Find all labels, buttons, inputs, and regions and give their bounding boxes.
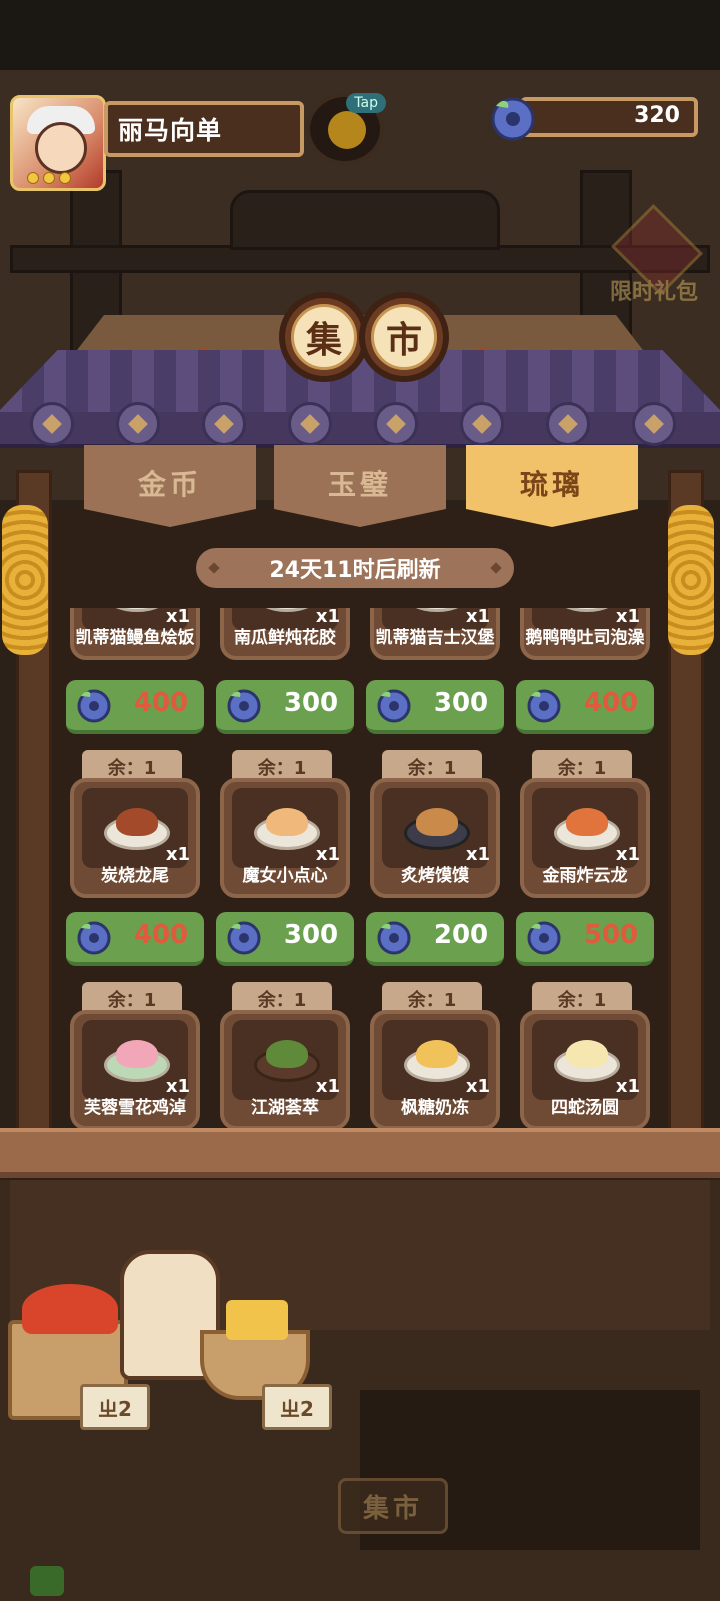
limited-gift-label: 限时礼包 (610, 280, 699, 305)
tap-button[interactable]: Tap (306, 93, 386, 165)
food-icon (266, 1040, 308, 1068)
coin-icon (27, 172, 39, 184)
item-name: 枫糖奶冻 (401, 1098, 469, 1118)
game-screen: 丽马向单 Tap 320 限时礼包 集 市 金币 玉璧 琉璃 24天11时后刷新… (0, 0, 720, 1601)
roof-stud (632, 402, 676, 446)
item-name: 凯蒂猫吉士汉堡 (375, 628, 495, 648)
price-value: 200 (433, 920, 489, 950)
market-title-char: 市 (359, 292, 449, 382)
shop-item[interactable]: x1 南瓜鲜炖花胶 (220, 608, 350, 660)
roof-stud (116, 402, 160, 446)
roof-stud (546, 402, 590, 446)
coin-icon (43, 172, 55, 184)
price-button[interactable]: 300 (366, 680, 504, 734)
glaze-gem-icon (377, 689, 411, 723)
roof-stud (288, 402, 332, 446)
item-name: 魔女小点心 (242, 866, 328, 886)
item-name: 炭烧龙尾 (101, 866, 169, 886)
price-button[interactable]: 400 (516, 680, 654, 734)
food-icon (116, 1040, 158, 1068)
price-button[interactable]: 400 (66, 680, 204, 734)
item-name: 南瓜鲜炖花胶 (234, 628, 336, 648)
item-name: 江湖荟萃 (251, 1098, 319, 1118)
player-name-box: 丽马向单 (104, 101, 304, 157)
roof-stud (374, 402, 418, 446)
roof-stud (460, 402, 504, 446)
item-name: 四蛇汤圆 (551, 1098, 619, 1118)
shop-item[interactable]: x1 金雨炸云龙 (520, 778, 650, 898)
green-indicator (30, 1566, 64, 1596)
price-value: 400 (133, 688, 189, 718)
price-value: 400 (583, 688, 639, 718)
food-icon (416, 808, 458, 836)
avatar-face (35, 122, 87, 174)
tap-label: Tap (346, 93, 386, 113)
food-icon (566, 1040, 608, 1068)
price-button[interactable]: 300 (216, 680, 354, 734)
shop-item[interactable]: x1 凯蒂猫鳗鱼烩饭 (70, 608, 200, 660)
food-icon (416, 1040, 458, 1068)
price-value: 500 (583, 920, 639, 950)
shop-item[interactable]: x1 炭烧龙尾 (70, 778, 200, 898)
mascot-icon (328, 111, 366, 149)
price-button[interactable]: 500 (516, 912, 654, 966)
refresh-timer: 24天11时后刷新 (196, 548, 514, 588)
price-sign: ㄓ2 (80, 1384, 150, 1430)
shop-item[interactable]: x1 鹅鸭鸭吐司泡澡 (520, 608, 650, 660)
price-value: 300 (433, 688, 489, 718)
shop-item[interactable]: x1 芙蓉雪花鸡淖 (70, 1010, 200, 1130)
glaze-gem-icon (527, 689, 561, 723)
item-name: 炙烤馍馍 (401, 866, 469, 886)
glaze-gem-icon (227, 921, 261, 955)
currency-bar: 320 (520, 97, 698, 137)
price-value: 300 (283, 688, 339, 718)
glaze-gem-icon (77, 689, 111, 723)
item-name: 芙蓉雪花鸡淖 (84, 1098, 186, 1118)
shop-item[interactable]: x1 枫糖奶冻 (370, 1010, 500, 1130)
price-sign: ㄓ2 (262, 1384, 332, 1430)
glaze-gem-icon (527, 921, 561, 955)
price-button[interactable]: 300 (216, 912, 354, 966)
limited-gift-button[interactable]: 限时礼包 (602, 204, 712, 310)
shop-item[interactable]: x1 凯蒂猫吉士汉堡 (370, 608, 500, 660)
stall-counter (0, 1128, 720, 1178)
shop-item[interactable]: x1 四蛇汤圆 (520, 1010, 650, 1130)
market-title-char: 集 (279, 292, 369, 382)
price-button[interactable]: 400 (66, 912, 204, 966)
item-name: 金雨炸云龙 (542, 866, 628, 886)
glaze-gem-icon (77, 921, 111, 955)
background-gate-arch (230, 190, 500, 250)
roof-stud (202, 402, 246, 446)
corn-decoration (2, 505, 48, 655)
roof-trim (0, 412, 720, 448)
tofu-icon (226, 1300, 288, 1340)
currency-amount: 320 (634, 103, 680, 128)
glaze-gem-icon (227, 689, 261, 723)
price-value: 300 (283, 920, 339, 950)
shop-item[interactable]: x1 魔女小点心 (220, 778, 350, 898)
item-grid[interactable]: x1 凯蒂猫鳗鱼烩饭 x1 南瓜鲜炖花胶 x1 凯蒂猫吉士汉堡 x1 鹅鸭鸭吐司… (52, 608, 668, 1130)
price-value: 400 (133, 920, 189, 950)
coin-icon (59, 172, 71, 184)
glaze-gem-icon (491, 97, 535, 141)
player-name: 丽马向单 (118, 116, 223, 145)
roof-stud (30, 402, 74, 446)
price-button[interactable]: 200 (366, 912, 504, 966)
item-name: 鹅鸭鸭吐司泡澡 (525, 628, 645, 648)
market-button[interactable]: 集市 (338, 1478, 448, 1534)
food-icon (566, 808, 608, 836)
item-name: 凯蒂猫鳗鱼烩饭 (75, 628, 195, 648)
persimmon-pile-icon (22, 1284, 118, 1334)
corn-decoration (668, 505, 714, 655)
shop-item[interactable]: x1 炙烤馍馍 (370, 778, 500, 898)
player-avatar[interactable] (10, 95, 106, 191)
food-icon (266, 808, 308, 836)
food-icon (116, 808, 158, 836)
glaze-gem-icon (377, 921, 411, 955)
shop-item[interactable]: x1 江湖荟萃 (220, 1010, 350, 1130)
